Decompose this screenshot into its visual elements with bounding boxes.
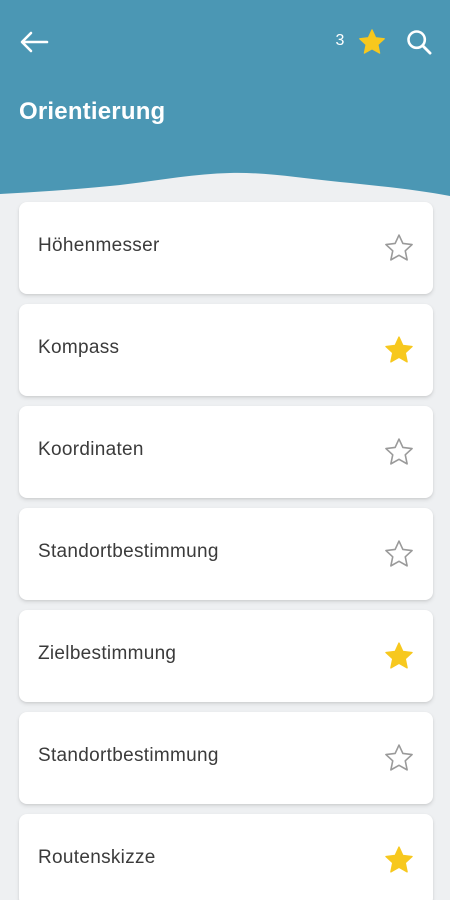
topic-list: Höhenmesser Kompass Koordinaten Standortbes…: [19, 202, 433, 900]
list-item[interactable]: Koordinaten: [19, 406, 433, 498]
star-outline-icon: [385, 540, 413, 567]
favorite-toggle[interactable]: [383, 334, 415, 366]
list-item-label: Routenskizze: [38, 847, 156, 868]
list-item-label: Kompass: [38, 337, 120, 358]
search-icon: [407, 30, 432, 55]
list-item[interactable]: Kompass: [19, 304, 433, 396]
favorite-toggle[interactable]: [383, 538, 415, 570]
list-item-label: Zielbestimmung: [38, 643, 177, 664]
star-filled-icon: [385, 642, 413, 669]
list-item[interactable]: Höhenmesser: [19, 202, 433, 294]
arrow-left-icon: [20, 31, 49, 53]
list-item-label: Höhenmesser: [38, 235, 160, 256]
star-filled-icon: [385, 336, 413, 363]
star-filled-icon: [359, 29, 385, 54]
star-filled-icon: [385, 846, 413, 873]
list-item[interactable]: Standortbestimmung: [19, 508, 433, 600]
list-item-label: Standortbestimmung: [38, 745, 219, 766]
favorite-toggle[interactable]: [383, 640, 415, 672]
header: 3 Orientierung: [0, 0, 450, 200]
favorites-count: 3: [335, 32, 345, 49]
star-outline-icon: [385, 438, 413, 465]
list-item[interactable]: Zielbestimmung: [19, 610, 433, 702]
star-outline-icon: [385, 744, 413, 771]
list-item-label: Koordinaten: [38, 439, 144, 460]
star-outline-icon: [385, 234, 413, 261]
app-screen: 3 Orientierung Höhenmesser Kompass Koordin…: [0, 0, 450, 900]
favorite-toggle[interactable]: [383, 742, 415, 774]
favorite-toggle[interactable]: [383, 844, 415, 876]
back-button[interactable]: [14, 24, 54, 60]
list-item-label: Standortbestimmung: [38, 541, 219, 562]
page-title: Orientierung: [19, 98, 166, 125]
search-button[interactable]: [400, 24, 438, 60]
favorite-toggle[interactable]: [383, 436, 415, 468]
favorites-button[interactable]: [354, 24, 390, 60]
list-item[interactable]: Routenskizze: [19, 814, 433, 900]
favorite-toggle[interactable]: [383, 232, 415, 264]
list-item[interactable]: Standortbestimmung: [19, 712, 433, 804]
